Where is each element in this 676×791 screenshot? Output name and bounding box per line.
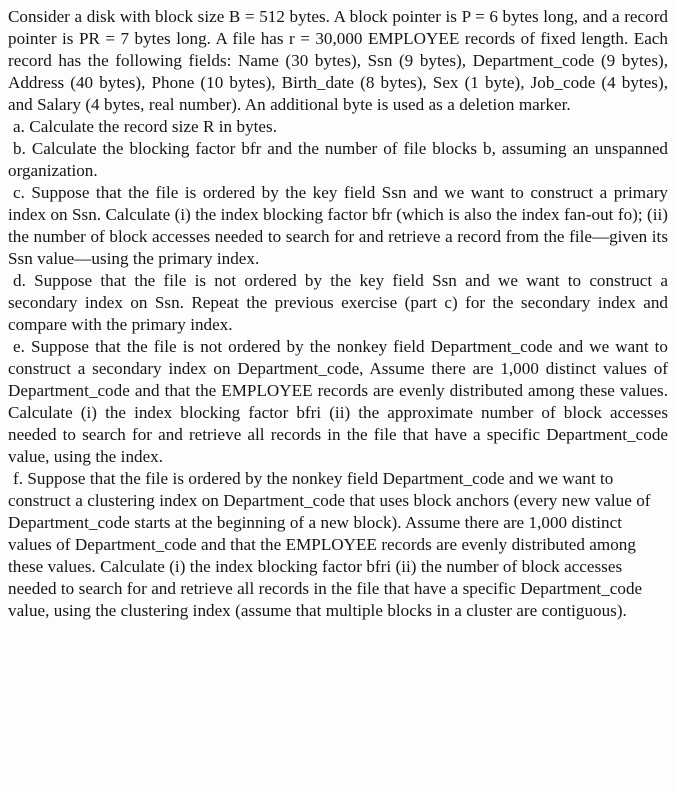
exercise-item-b: b. Calculate the blocking factor bfr and… (8, 139, 668, 180)
exercise-item-c: c. Suppose that the file is ordered by t… (8, 183, 668, 268)
document-page: Consider a disk with block size B = 512 … (0, 0, 676, 791)
intro-paragraph: Consider a disk with block size B = 512 … (8, 7, 668, 114)
exercise-item-e: e. Suppose that the file is not ordered … (8, 337, 668, 466)
exercise-item-d: d. Suppose that the file is not ordered … (8, 271, 668, 334)
exercise-item-f: f. Suppose that the file is ordered by t… (8, 469, 651, 620)
exercise-body: Consider a disk with block size B = 512 … (8, 6, 668, 622)
exercise-item-a: a. Calculate the record size R in bytes. (13, 117, 277, 136)
